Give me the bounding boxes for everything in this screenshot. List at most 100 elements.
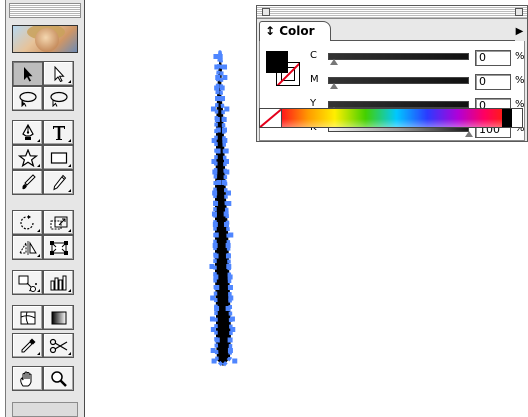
hand-tool-button[interactable] [12, 366, 43, 391]
anchor-point [213, 274, 219, 280]
direct-selection-arrow-icon [52, 65, 66, 82]
zoom-box-icon[interactable] [515, 8, 523, 16]
close-box-icon[interactable] [262, 8, 270, 16]
anchor-point [214, 285, 220, 290]
star-tool-button[interactable] [12, 145, 43, 170]
gradient-icon [50, 310, 68, 326]
free-transform-icon [49, 240, 69, 256]
type-t-icon [51, 124, 67, 142]
cyan-slider-handle[interactable] [330, 59, 338, 65]
none-color-button[interactable] [260, 109, 282, 127]
anchor-point [214, 117, 220, 122]
anchor-point [222, 75, 228, 80]
anchor-point [226, 264, 232, 269]
tab-color-label: Color [279, 24, 315, 38]
direct-selection-tool-button[interactable] [43, 61, 74, 86]
zoom-tool-button[interactable] [43, 366, 74, 391]
magenta-slider-handle[interactable] [330, 83, 338, 89]
triangle-right-icon: ▶ [515, 25, 524, 37]
anchor-point [210, 327, 216, 332]
anchor-point [210, 295, 216, 301]
anchor-point [209, 316, 215, 322]
fill-swatch[interactable] [266, 51, 288, 73]
spectrum-gradient[interactable] [282, 109, 502, 127]
pencil-icon [51, 174, 67, 192]
panel-menu-button[interactable]: ▶ [514, 22, 525, 40]
selected-brush-stroke[interactable] [196, 48, 256, 378]
anchor-point [228, 232, 234, 238]
anchor-point [227, 285, 233, 290]
rotate-tool-button[interactable] [12, 210, 43, 235]
pencil-tool-button[interactable] [43, 170, 74, 195]
anchor-point [215, 96, 221, 101]
anchor-point [213, 232, 219, 238]
type-tool-button[interactable] [43, 120, 74, 145]
color-spectrum-ramp[interactable] [259, 108, 523, 128]
anchor-point [212, 243, 218, 248]
magenta-label: M [310, 74, 319, 85]
cyan-slider-row: C 0 % [310, 49, 525, 69]
scissors-tool-button[interactable] [43, 333, 74, 358]
color-panel-title-bar[interactable] [257, 6, 527, 19]
white-swatch[interactable] [512, 109, 522, 127]
anchor-point [214, 337, 220, 343]
scale-icon [49, 215, 69, 231]
direct-lasso-tool-button[interactable] [43, 86, 74, 111]
selection-arrow-icon [21, 66, 35, 82]
anchor-point [211, 358, 217, 364]
anchor-point [223, 148, 229, 154]
anchor-point [223, 222, 229, 227]
fill-stroke-controls[interactable] [12, 402, 78, 417]
color-palette-window: ↕ Color ▶ C 0 % M 0 % Y 0 % K 100 % [256, 5, 528, 142]
mesh-tool-button[interactable] [12, 305, 43, 330]
anchor-point [215, 75, 221, 80]
magenta-slider-row: M 0 % [310, 73, 525, 93]
anchor-point [209, 264, 215, 269]
magenta-slider-track[interactable] [328, 77, 469, 84]
eyedropper-icon [19, 337, 37, 355]
cyan-slider-track[interactable] [328, 53, 469, 60]
anchor-point [227, 348, 233, 353]
column-graph-tool-button[interactable] [43, 270, 74, 295]
anchor-point [226, 201, 232, 206]
anchor-point [219, 85, 225, 91]
anchor-point [215, 148, 221, 154]
anchor-point [214, 85, 220, 91]
anchor-point [221, 117, 227, 122]
pen-tool-button[interactable] [12, 120, 43, 145]
free-transform-tool-button[interactable] [43, 235, 74, 260]
yellow-slider-track[interactable] [328, 101, 469, 108]
anchor-point [211, 211, 217, 217]
selection-tool-button[interactable] [12, 61, 43, 86]
cyan-value-field[interactable]: 0 [475, 50, 511, 66]
anchor-point [222, 64, 228, 70]
anchor-point [232, 358, 238, 364]
paintbrush-icon [20, 173, 36, 192]
paintbrush-tool-button[interactable] [12, 170, 43, 195]
black-swatch[interactable] [502, 109, 512, 127]
symbol-sprayer-icon [17, 274, 39, 292]
pen-nib-icon [20, 123, 36, 142]
magenta-value-field[interactable]: 0 [475, 74, 511, 90]
illustrator-logo-image[interactable] [12, 25, 78, 53]
anchor-point [210, 106, 216, 112]
anchor-point [210, 348, 216, 353]
anchor-point [216, 180, 222, 185]
hand-icon [18, 370, 38, 388]
reflect-tool-button[interactable] [12, 235, 43, 260]
scale-tool-button[interactable] [43, 210, 74, 235]
symbol-sprayer-tool-button[interactable] [12, 270, 43, 295]
anchor-point [212, 190, 218, 196]
magnifier-icon [50, 370, 68, 388]
anchor-point [212, 169, 218, 175]
rectangle-tool-button[interactable] [43, 145, 74, 170]
toolbox-title-bar[interactable] [9, 3, 81, 18]
eyedropper-tool-button[interactable] [12, 333, 43, 358]
anchor-point [215, 127, 221, 133]
tab-color[interactable]: ↕ Color [259, 21, 331, 41]
lasso-tool-button[interactable] [12, 86, 43, 111]
anchor-point [223, 159, 229, 164]
black-slider-handle[interactable] [465, 131, 473, 137]
anchor-point [225, 243, 231, 248]
gradient-tool-button[interactable] [43, 305, 74, 330]
